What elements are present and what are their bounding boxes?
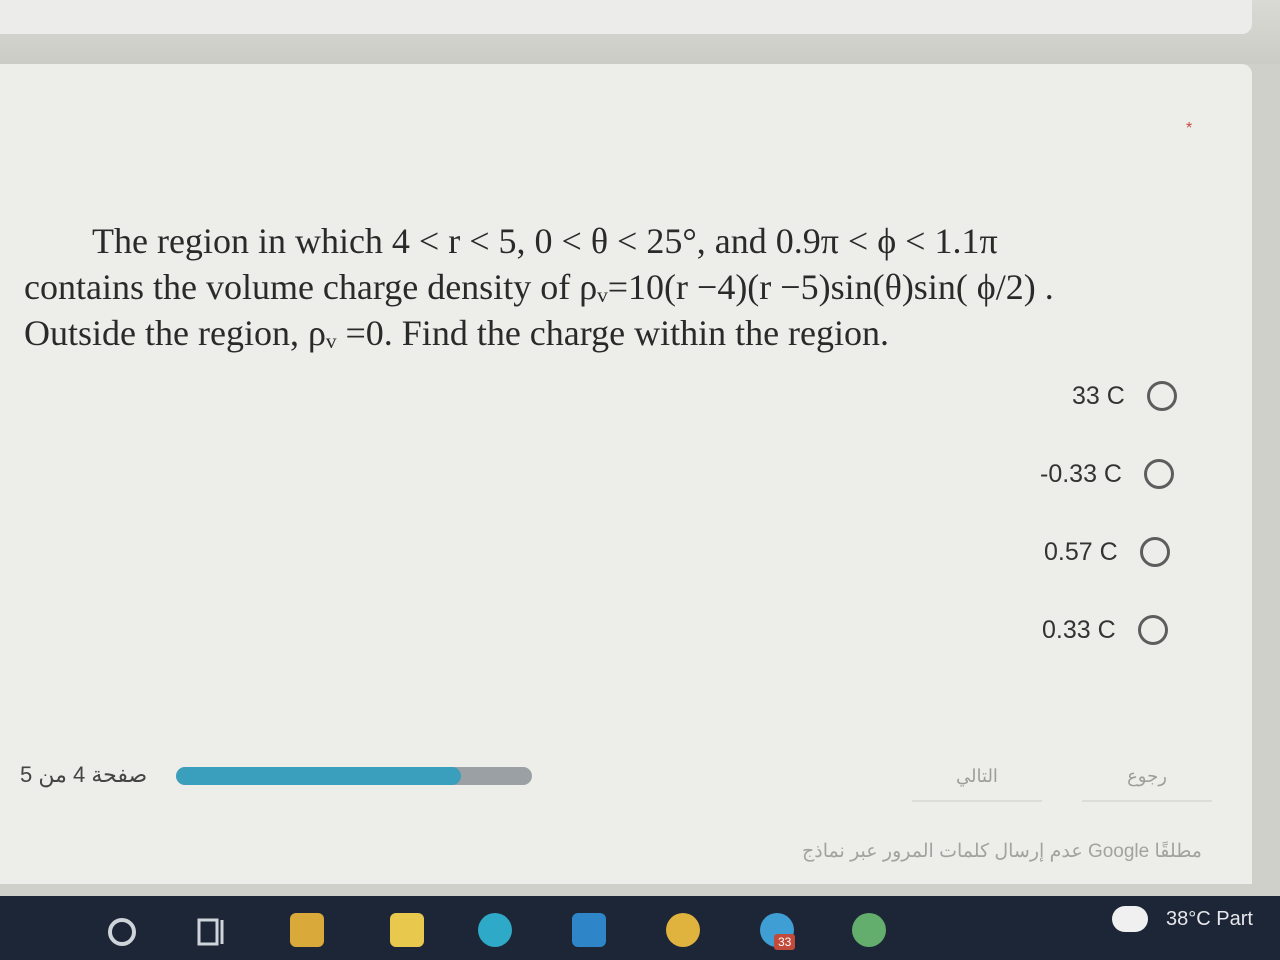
windows-taskbar (0, 896, 1280, 960)
option-0-33c[interactable]: 0.33 C (1042, 610, 1168, 650)
option-label: 0.57 C (1044, 537, 1118, 566)
question-line-1: The region in which 4 < r < 5, 0 < θ < 2… (92, 221, 998, 261)
cortana-icon[interactable] (108, 918, 136, 946)
question-line-2: contains the volume charge density of ρᵥ… (24, 267, 1054, 307)
progress-bar (176, 767, 532, 785)
mail-app-icon[interactable] (572, 913, 606, 947)
file-explorer-icon[interactable] (390, 913, 424, 947)
question-line-3: Outside the region, ρᵥ =0. Find the char… (24, 313, 890, 353)
option-0-57c[interactable]: 0.57 C (1044, 532, 1170, 572)
notification-badge: 33 (774, 934, 796, 950)
radio-button[interactable] (1143, 459, 1174, 489)
radio-button[interactable] (1137, 615, 1168, 645)
weather-text[interactable]: 38°C Part (1166, 908, 1253, 931)
cloud-weather-icon[interactable] (1112, 906, 1148, 932)
radio-button[interactable] (1139, 537, 1170, 567)
edge-browser-icon[interactable] (478, 913, 512, 947)
option-33c[interactable]: 33 C (1072, 376, 1177, 416)
question-text: The region in which 4 < r < 5, 0 < θ < 2… (24, 218, 1224, 356)
task-view-icon[interactable] (196, 916, 230, 948)
option-label: 33 C (1072, 381, 1125, 410)
whatsapp-app-icon[interactable] (852, 913, 886, 947)
next-button[interactable]: التالي (912, 752, 1042, 802)
chrome-browser-icon[interactable] (666, 913, 700, 947)
previous-card-edge (0, 0, 1252, 34)
back-button[interactable]: رجوع (1082, 752, 1212, 802)
password-notice: عدم إرسال كلمات المرور عبر نماذج Google … (802, 841, 1202, 862)
page-indicator: صفحة 4 من 5 (20, 762, 148, 787)
store-app-icon[interactable] (290, 913, 324, 947)
option-label: -0.33 C (1040, 459, 1122, 488)
required-marker: * (1186, 120, 1193, 137)
option-label: 0.33 C (1042, 615, 1116, 644)
option-neg-0-33c[interactable]: -0.33 C (1040, 454, 1174, 494)
radio-button[interactable] (1146, 381, 1177, 411)
progress-fill (176, 767, 461, 785)
